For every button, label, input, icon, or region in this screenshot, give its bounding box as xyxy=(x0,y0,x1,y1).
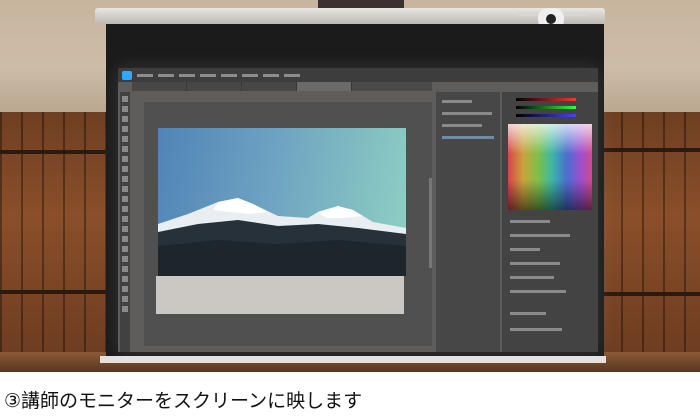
projected-photoshop-window xyxy=(118,68,598,352)
ps-menubar xyxy=(118,68,598,82)
ps-tool-icon xyxy=(122,136,128,142)
panel-label xyxy=(442,100,472,103)
red-slider xyxy=(516,98,576,101)
ps-tool-icon xyxy=(122,186,128,192)
ps-tool-icon xyxy=(122,96,128,102)
ps-tool-icon xyxy=(122,206,128,212)
ps-tool-icon xyxy=(122,176,128,182)
panel-label xyxy=(510,328,562,331)
coat-rail-left-lower xyxy=(0,290,118,294)
ps-tool-icon xyxy=(122,256,128,262)
ps-menu-item xyxy=(284,73,300,77)
ps-tool-icon xyxy=(122,236,128,242)
coat-rail-right-lower xyxy=(600,292,700,296)
panel-label xyxy=(442,112,492,115)
ps-menu-item xyxy=(137,73,153,77)
ps-tool-icon xyxy=(122,276,128,282)
photoshop-logo-icon xyxy=(122,70,132,80)
ps-menu-item xyxy=(200,73,216,77)
ps-document-tabs xyxy=(132,82,432,91)
ps-color-panel xyxy=(502,92,598,352)
ps-menu-item xyxy=(221,73,237,77)
ps-document-tab xyxy=(242,82,297,91)
classroom-photo xyxy=(0,0,700,372)
mountain-range xyxy=(158,198,406,276)
ps-document-tab xyxy=(187,82,242,91)
coat-rail-right xyxy=(600,148,700,152)
panel-label xyxy=(510,220,550,223)
ps-tool-icon xyxy=(122,116,128,122)
ps-document-tab-active xyxy=(297,82,352,91)
ps-menu-item xyxy=(263,73,279,77)
ps-tool-icon xyxy=(122,106,128,112)
camera-lens-icon xyxy=(546,14,556,24)
ps-tool-icon xyxy=(122,216,128,222)
photo-caption: ③講師のモニターをスクリーンに映します xyxy=(4,390,363,412)
screen-casing xyxy=(95,8,605,24)
ps-scrollbar xyxy=(429,178,432,268)
ps-tool-icon xyxy=(122,126,128,132)
ps-menu-item xyxy=(242,73,258,77)
panel-label xyxy=(442,124,482,127)
ps-menu-item xyxy=(179,73,195,77)
ps-tool-icon xyxy=(122,266,128,272)
ps-tool-icon xyxy=(122,246,128,252)
panel-label xyxy=(510,248,540,251)
ps-tool-icon xyxy=(122,196,128,202)
screen-bottom-bar xyxy=(100,356,606,363)
ps-tool-icon xyxy=(122,146,128,152)
ps-document-tab xyxy=(132,82,187,91)
ps-layers-panel xyxy=(436,92,500,352)
panel-layer-row xyxy=(442,136,494,139)
panel-label xyxy=(510,234,570,237)
ps-menu-item xyxy=(158,73,174,77)
canvas-white-strip xyxy=(156,276,404,314)
color-picker-field xyxy=(508,124,592,210)
panel-label xyxy=(510,262,560,265)
ps-tool-icon xyxy=(122,166,128,172)
panel-label xyxy=(510,290,566,293)
ps-tool-icon xyxy=(122,226,128,232)
panel-label xyxy=(510,312,546,315)
ps-toolbar xyxy=(120,92,130,352)
mountain-photo xyxy=(158,128,406,276)
ps-tool-icon xyxy=(122,156,128,162)
blue-slider xyxy=(516,114,576,117)
ps-tool-icon xyxy=(122,286,128,292)
ps-tool-icon xyxy=(122,306,128,312)
panel-label xyxy=(510,276,554,279)
green-slider xyxy=(516,106,576,109)
coat-rail-left xyxy=(0,150,118,154)
ps-tool-icon xyxy=(122,296,128,302)
